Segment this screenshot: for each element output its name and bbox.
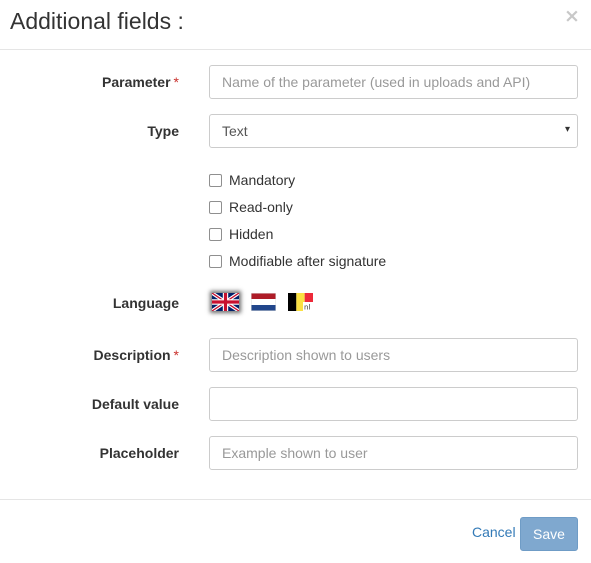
type-label: Type xyxy=(147,123,179,139)
mandatory-checkbox[interactable] xyxy=(209,173,222,187)
default-value-input[interactable] xyxy=(209,387,578,421)
hidden-checkbox-label: Hidden xyxy=(229,226,274,242)
description-label: Description * xyxy=(9,345,179,365)
belgium-flag-badge: nl xyxy=(304,304,310,312)
save-button[interactable]: Save xyxy=(520,517,578,551)
modifiable-after-signature-checkbox-row[interactable]: Modifiable after signature xyxy=(209,251,386,271)
modifiable-after-signature-checkbox-label: Modifiable after signature xyxy=(229,253,387,269)
modal-footer: Cancel Save xyxy=(0,499,591,563)
mandatory-checkbox-label: Mandatory xyxy=(229,172,296,188)
parameter-input[interactable] xyxy=(209,65,578,99)
language-flags: nl xyxy=(212,290,325,314)
hidden-checkbox[interactable] xyxy=(209,227,222,241)
description-label-text: Description xyxy=(93,347,171,363)
read-only-checkbox-row[interactable]: Read-only xyxy=(209,197,293,217)
modal-header: Additional fields : × xyxy=(0,0,591,50)
mandatory-checkbox-row[interactable]: Mandatory xyxy=(209,170,295,190)
placeholder-input[interactable] xyxy=(209,436,578,470)
read-only-checkbox[interactable] xyxy=(209,200,222,214)
language-label: Language xyxy=(112,295,179,311)
parameter-label: Parameter * xyxy=(9,72,179,92)
uk-flag-icon[interactable] xyxy=(212,293,239,311)
type-select[interactable]: Text ▾ xyxy=(209,114,578,148)
read-only-checkbox-label: Read-only xyxy=(229,199,293,215)
chevron-down-icon: ▾ xyxy=(564,124,570,135)
hidden-checkbox-row[interactable]: Hidden xyxy=(209,224,273,244)
belgium-flag-icon[interactable]: nl xyxy=(288,293,313,311)
modifiable-after-signature-checkbox[interactable] xyxy=(209,254,222,268)
description-input[interactable] xyxy=(209,338,578,372)
close-icon[interactable]: × xyxy=(564,5,580,27)
default-value-label: Default value xyxy=(91,396,179,412)
modal-title: Additional fields : xyxy=(10,8,184,34)
placeholder-label: Placeholder xyxy=(99,445,179,461)
required-mark: * xyxy=(173,74,179,90)
netherlands-flag-icon[interactable] xyxy=(251,293,276,311)
type-select-value: Text xyxy=(222,123,248,139)
cancel-button[interactable]: Cancel xyxy=(472,522,516,542)
parameter-label-text: Parameter xyxy=(102,74,171,90)
additional-fields-modal: Additional fields : × Parameter* Type Te… xyxy=(0,0,591,563)
required-mark: * xyxy=(173,347,179,363)
